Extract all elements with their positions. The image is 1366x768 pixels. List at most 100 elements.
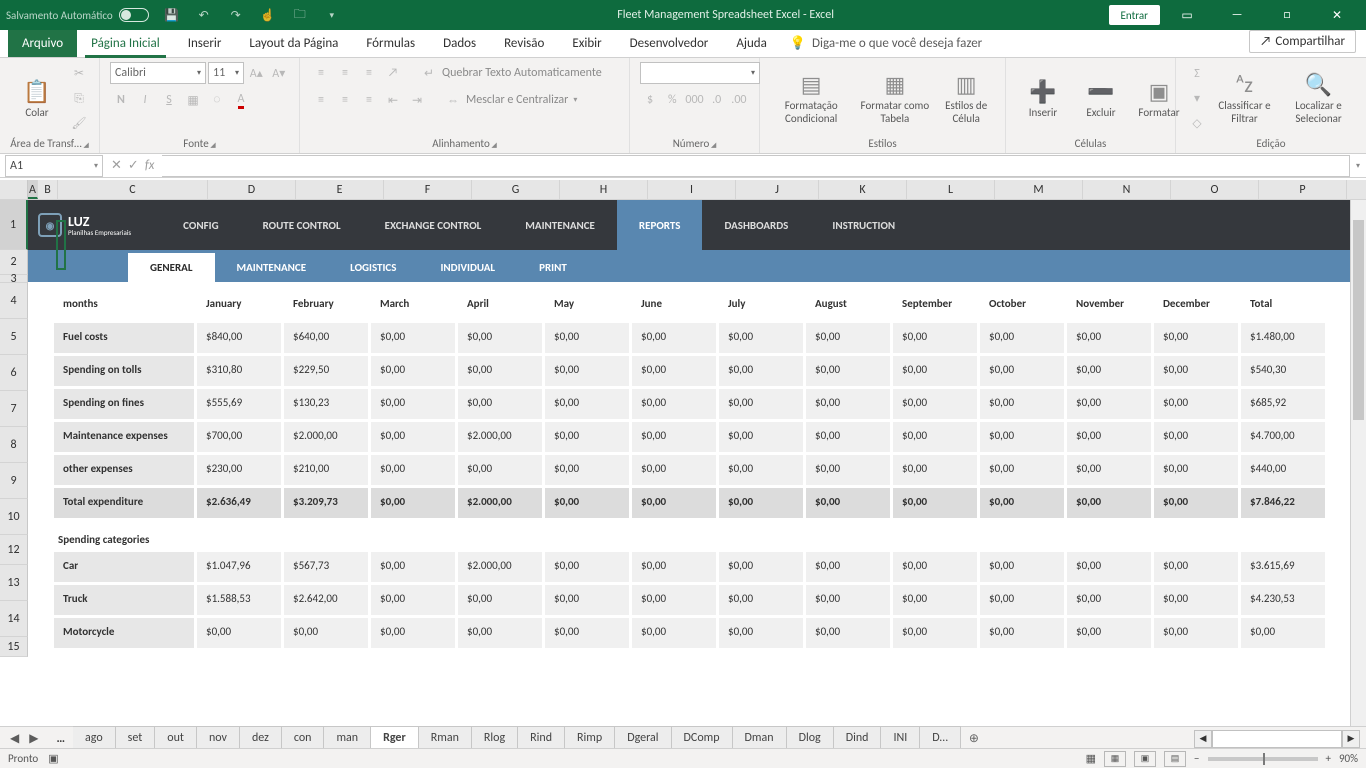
font-size[interactable]: 11▾ [208, 62, 244, 84]
select-all-triangle[interactable] [0, 180, 28, 199]
cell-value[interactable]: December [1154, 290, 1238, 320]
tab-overflow-left[interactable]: … [48, 728, 73, 750]
paste-button[interactable]: 📋Colar [10, 76, 64, 122]
cell-value[interactable]: $0,00 [371, 488, 455, 518]
horizontal-scrollbar[interactable]: ◀ ▶ [1194, 730, 1366, 748]
subnav-print[interactable]: PRINT [517, 253, 589, 282]
row-12[interactable]: 12 [0, 535, 28, 565]
cell-value[interactable]: $0,00 [371, 552, 455, 582]
row-label[interactable]: Spending on tolls [54, 356, 194, 386]
cell-value[interactable]: $0,00 [719, 585, 803, 615]
tab-data[interactable]: Dados [429, 30, 490, 57]
cell-value[interactable]: $3.209,73 [284, 488, 368, 518]
hscroll-left-icon[interactable]: ◀ [1194, 730, 1212, 748]
cell-value[interactable]: $0,00 [980, 618, 1064, 648]
cell-value[interactable]: February [284, 290, 368, 320]
cell-value[interactable]: $0,00 [545, 618, 629, 648]
format-table-button[interactable]: ▦Formatar como Tabela [856, 69, 933, 127]
tab-help[interactable]: Ajuda [722, 30, 781, 57]
cell-value[interactable]: $0,00 [719, 488, 803, 518]
cell-value[interactable]: $0,00 [458, 618, 542, 648]
col-K[interactable]: K [819, 180, 907, 199]
cell-value[interactable]: $0,00 [371, 323, 455, 353]
tab-review[interactable]: Revisão [490, 30, 558, 57]
row-5[interactable]: 5 [0, 319, 28, 355]
cell-value[interactable]: $2.000,00 [284, 422, 368, 452]
col-E[interactable]: E [296, 180, 384, 199]
cell-value[interactable]: $7.846,22 [1241, 488, 1325, 518]
painter-icon[interactable]: 🖌 [68, 113, 90, 135]
cell-value[interactable]: $0,00 [371, 356, 455, 386]
row-14[interactable]: 14 [0, 601, 28, 637]
zoom-level[interactable]: 90% [1339, 752, 1358, 765]
cell-value[interactable]: $0,00 [632, 323, 716, 353]
percent-icon[interactable]: % [662, 89, 682, 111]
row-7[interactable]: 7 [0, 391, 28, 427]
vertical-scrollbar[interactable] [1350, 200, 1366, 726]
cell-value[interactable]: $0,00 [632, 488, 716, 518]
cell-value[interactable]: $0,00 [719, 455, 803, 485]
cell-value[interactable]: $0,00 [893, 488, 977, 518]
cell-value[interactable]: $0,00 [632, 618, 716, 648]
cell-value[interactable]: $0,00 [893, 422, 977, 452]
cell-value[interactable]: $0,00 [545, 356, 629, 386]
cell-value[interactable]: $0,00 [458, 455, 542, 485]
undo-icon[interactable]: ↶ [193, 4, 215, 26]
cell-value[interactable]: $0,00 [719, 618, 803, 648]
cell-value[interactable]: January [197, 290, 281, 320]
col-M[interactable]: M [995, 180, 1083, 199]
cell-value[interactable]: $700,00 [197, 422, 281, 452]
cell-value[interactable]: $0,00 [719, 356, 803, 386]
cell-value[interactable]: July [719, 290, 803, 320]
cell-value[interactable]: $310,80 [197, 356, 281, 386]
row-13[interactable]: 13 [0, 565, 28, 601]
col-A[interactable]: A [28, 180, 38, 199]
orientation-icon[interactable]: ↗ [382, 62, 404, 84]
col-F[interactable]: F [384, 180, 472, 199]
cell-value[interactable]: $3.615,69 [1241, 552, 1325, 582]
cell-value[interactable]: $0,00 [1067, 323, 1151, 353]
zoom-in-icon[interactable]: + [1326, 752, 1331, 765]
shrink-font-icon[interactable]: A▾ [269, 62, 290, 84]
touch-icon[interactable]: ☝ [257, 4, 279, 26]
tab-insert[interactable]: Inserir [174, 30, 236, 57]
minimize-icon[interactable]: — [1214, 0, 1260, 30]
row-6[interactable]: 6 [0, 355, 28, 391]
row-label[interactable]: Maintenance expenses [54, 422, 194, 452]
currency-icon[interactable]: $ [640, 89, 660, 111]
align-center-icon[interactable]: ≡ [334, 89, 356, 111]
cell-value[interactable]: $0,00 [371, 585, 455, 615]
cell-value[interactable]: $0,00 [893, 389, 977, 419]
cell-value[interactable]: $0,00 [806, 455, 890, 485]
number-format[interactable]: ▾ [640, 62, 760, 84]
expand-formula-icon[interactable]: ▾ [1350, 161, 1366, 171]
cell-value[interactable]: $0,00 [1154, 552, 1238, 582]
cell-value[interactable]: $0,00 [1067, 389, 1151, 419]
align-right-icon[interactable]: ≡ [358, 89, 380, 111]
zoom-slider[interactable] [1208, 757, 1318, 761]
cell-value[interactable]: $0,00 [893, 585, 977, 615]
cut-icon[interactable]: ✂ [68, 63, 90, 85]
add-sheet-button[interactable]: ⊕ [961, 727, 987, 750]
cell-value[interactable]: April [458, 290, 542, 320]
cond-format-button[interactable]: ▤Formatação Condicional [770, 69, 852, 127]
qat-more-icon[interactable]: ▾ [321, 4, 343, 26]
subnav-general[interactable]: GENERAL [128, 253, 215, 282]
cell-value[interactable]: $0,00 [371, 455, 455, 485]
view-layout-icon[interactable]: ▣ [1134, 751, 1156, 767]
row-label[interactable]: Spending on fines [54, 389, 194, 419]
cell-value[interactable]: $0,00 [458, 389, 542, 419]
align-left-icon[interactable]: ≡ [310, 89, 332, 111]
autosum-icon[interactable]: Σ [1186, 63, 1208, 85]
cell-value[interactable]: $0,00 [1067, 356, 1151, 386]
tab-view[interactable]: Exibir [558, 30, 615, 57]
align-top-icon[interactable]: ≡ [310, 62, 332, 84]
cell-value[interactable]: $0,00 [458, 356, 542, 386]
fx-icon[interactable]: fx [145, 158, 155, 173]
cell-value[interactable]: $0,00 [806, 488, 890, 518]
cell-value[interactable]: $0,00 [632, 422, 716, 452]
cell-value[interactable]: $0,00 [1067, 422, 1151, 452]
display-settings-icon[interactable]: ▦ [1086, 752, 1096, 765]
grow-font-icon[interactable]: A▴ [246, 62, 267, 84]
cell-value[interactable]: $0,00 [545, 455, 629, 485]
